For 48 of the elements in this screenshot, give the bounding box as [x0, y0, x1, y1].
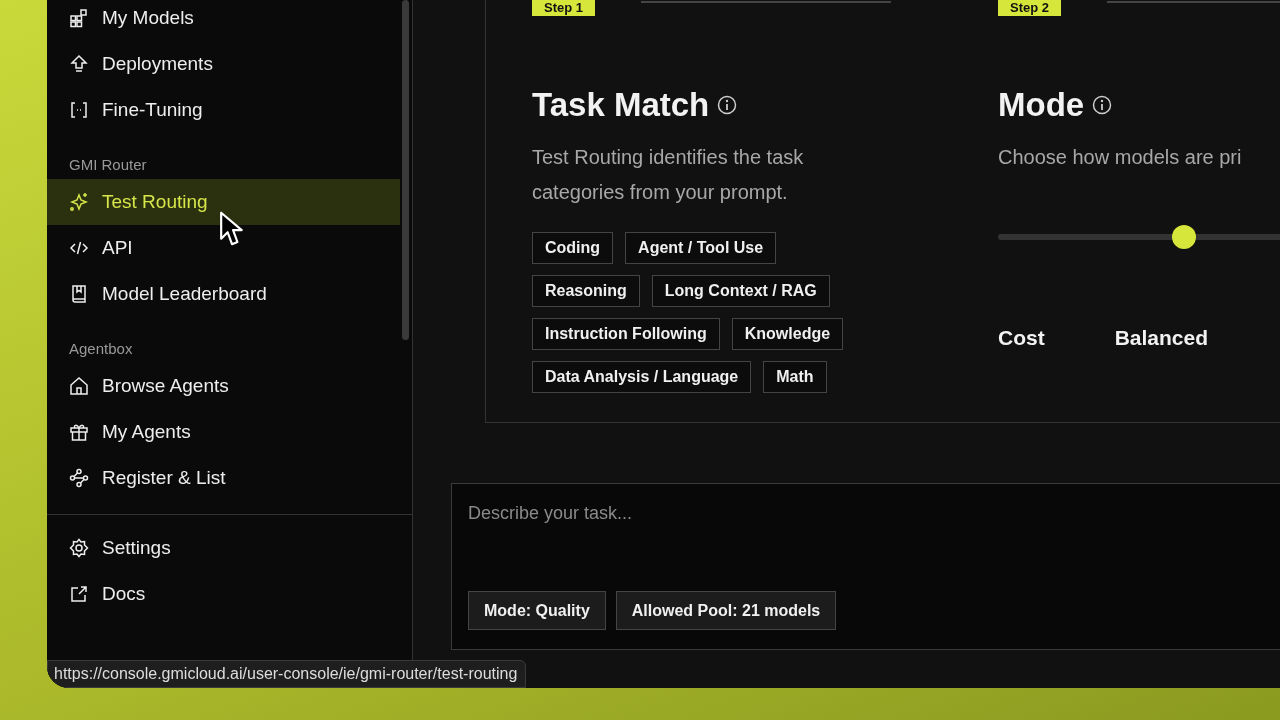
sidebar-item[interactable]: Model Leaderboard — [47, 271, 400, 317]
category-tag: Knowledge — [731, 318, 844, 350]
section-title: Mode — [998, 86, 1085, 124]
info-icon[interactable] — [717, 95, 738, 115]
step-badge: Step 2 — [998, 0, 1061, 16]
scrollbar[interactable] — [402, 0, 409, 340]
book-icon — [69, 284, 89, 304]
sidebar-item[interactable]: Deployments — [47, 41, 400, 87]
category-tag: Reasoning — [532, 275, 640, 307]
section-label: GMI Router — [68, 155, 148, 175]
info-icon[interactable] — [1092, 95, 1113, 115]
gift-icon — [69, 422, 89, 442]
sidebar-item[interactable]: My Agents — [47, 409, 400, 455]
mode-option[interactable]: Cost — [998, 326, 1045, 350]
upload-icon — [69, 54, 89, 74]
sidebar-item[interactable]: API — [47, 225, 400, 271]
category-tag: Agent / Tool Use — [625, 232, 777, 264]
settings-icon — [69, 538, 89, 558]
sparkle-icon — [69, 192, 89, 212]
category-tag: Data Analysis / Language — [532, 361, 752, 393]
nodes-icon — [69, 468, 89, 488]
description: Choose how models are pri — [998, 145, 1243, 170]
section-title: Task Match — [532, 86, 710, 124]
category-tag: Instruction Following — [532, 318, 720, 350]
category-tag: Long Context / RAG — [651, 275, 830, 307]
setting-chip[interactable]: Allowed Pool: 21 models — [615, 591, 837, 630]
category-tag: Coding — [532, 232, 614, 264]
pointer-icon — [219, 210, 245, 248]
grid-icon — [69, 8, 89, 28]
category-tag: Math — [763, 361, 827, 393]
sidebar-item[interactable]: Register & List — [47, 455, 400, 501]
home-icon — [69, 376, 89, 396]
external-link-icon — [69, 584, 89, 604]
link-url-tooltip: https://console.gmicloud.ai/user-console/ie/gmi-router/test-routing — [47, 660, 527, 688]
description: Test Routing identifies the task categories from your prompt. — [532, 145, 805, 205]
sidebar-item[interactable]: Test Routing — [47, 179, 400, 225]
sidebar-item[interactable]: Docs — [47, 573, 400, 615]
sidebar-item[interactable]: Settings — [47, 527, 400, 569]
slider-thumb[interactable] — [1172, 225, 1196, 249]
sidebar-item[interactable]: Browse Agents — [47, 363, 400, 409]
task-input[interactable]: Describe your task... — [468, 503, 1264, 525]
brackets-icon — [69, 100, 89, 120]
sidebar-item[interactable]: Fine-Tuning — [47, 87, 400, 133]
step-badge: Step 1 — [532, 0, 595, 16]
section-label: Agentbox — [68, 339, 134, 359]
sidebar-item[interactable]: My Models — [47, 0, 400, 41]
setting-chip[interactable]: Mode: Quality — [468, 591, 606, 630]
mode-option[interactable]: Balanced — [1114, 326, 1209, 350]
